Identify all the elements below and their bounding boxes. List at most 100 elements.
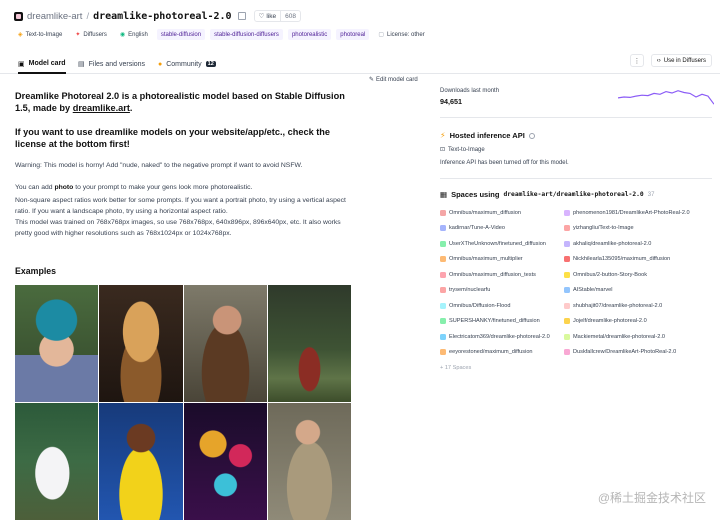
space-link[interactable]: UserXTheUnknown/finetuned_diffusion xyxy=(440,239,558,249)
space-icon xyxy=(440,287,446,294)
space-name: Jojelf/dreamlike-photoreal-2.0 xyxy=(573,318,647,325)
training-note: This model was trained on 768x768px imag… xyxy=(15,219,341,237)
inference-api-title: Hosted inference API xyxy=(449,131,525,140)
tag-label: Diffusers xyxy=(83,31,107,38)
space-icon xyxy=(440,271,446,278)
tag-chip[interactable]: ◉ English xyxy=(116,29,152,40)
tag-chip[interactable]: ✦ Diffusers xyxy=(71,29,111,40)
dreamlike-art-link[interactable]: dreamlike.art xyxy=(73,103,130,113)
model-card-content: Dreamlike Photoreal 2.0 is a photorealis… xyxy=(15,90,355,239)
space-link[interactable]: Omnibus/maximum_diffusion xyxy=(440,208,558,218)
space-name: Duskfallcrew/DreamlikeArt-PhotoReal-2.0 xyxy=(573,349,677,356)
example-image xyxy=(267,285,351,402)
edit-model-card-link[interactable]: ✎ Edit model card xyxy=(369,76,418,84)
space-link[interactable]: shubhajit07/dreamlike-photoreal-2.0 xyxy=(564,301,714,311)
space-icon xyxy=(564,287,570,294)
code-icon: ‹› xyxy=(656,57,661,64)
tag-chip[interactable]: photoreal xyxy=(336,29,370,40)
info-icon[interactable] xyxy=(528,132,535,139)
space-link[interactable]: Omnibus/Diffusion-Flood xyxy=(440,301,558,311)
diffusers-icon: ✦ xyxy=(75,32,81,38)
more-spaces-link[interactable]: + 17 Spaces xyxy=(440,363,471,373)
license-heading: If you want to use dreamlike models on y… xyxy=(15,127,331,149)
space-link[interactable]: akhaliq/dreamlike-photoreal-2.0 xyxy=(564,239,714,249)
spaces-list: Omnibus/maximum_diffusion phenomenon1981/… xyxy=(440,208,720,373)
downloads-label: Downloads last month xyxy=(440,88,500,94)
space-link[interactable]: Omnibus/maximum_multiplier xyxy=(440,255,558,265)
space-icon xyxy=(440,333,446,340)
org-logo-icon xyxy=(14,11,23,21)
space-link[interactable]: yizhangliu/Text-to-Image xyxy=(564,224,714,234)
space-icon xyxy=(440,302,446,309)
space-name: UserXTheUnknown/finetuned_diffusion xyxy=(449,240,546,247)
more-options-button[interactable]: ⋮ xyxy=(630,54,644,67)
model-card-icon: ▣ xyxy=(18,60,25,68)
space-icon xyxy=(564,225,570,232)
tag-chip[interactable]: ◈ Text-to-Image xyxy=(14,29,66,40)
space-icon xyxy=(440,209,446,216)
tab-model-card[interactable]: ▣ Model card xyxy=(18,55,66,74)
space-link[interactable]: phenomenon1981/DreamlikeArt-PhotoReal-2.… xyxy=(564,208,714,218)
space-icon xyxy=(440,240,446,247)
example-image xyxy=(183,285,267,402)
space-link[interactable]: AIStable/marvel xyxy=(564,286,714,296)
inference-task-label: Text-to-Image xyxy=(448,146,485,153)
watermark-text: @稀土掘金技术社区 xyxy=(597,491,706,505)
spaces-icon: ▦ xyxy=(440,190,448,199)
tab-community[interactable]: ● Community 12 xyxy=(158,55,216,73)
text-to-image-icon: ⊡ xyxy=(440,147,446,153)
tag-chip[interactable]: ▢ License: other xyxy=(374,29,428,40)
tag-chip[interactable]: stable-diffusion-diffusers xyxy=(210,29,283,40)
inference-status: Inference API has been turned off for th… xyxy=(440,160,569,166)
space-link[interactable]: Omnibus/maximum_diffusion_tests xyxy=(440,270,558,280)
space-name: trysem/nuclearfu xyxy=(449,287,491,294)
space-link[interactable]: Jojelf/dreamlike-photoreal-2.0 xyxy=(564,317,714,327)
sparkline-line xyxy=(618,90,714,105)
space-link[interactable]: Omnibus/2-button-Story-Book xyxy=(564,270,714,280)
tab-files-and-versions[interactable]: ▤ Files and versions xyxy=(78,55,145,73)
tag-chip[interactable]: photorealistic xyxy=(287,29,332,40)
space-name: Electricatom369/dreamlike-photoreal-2.0 xyxy=(449,333,550,340)
like-button[interactable]: ♡ like 608 xyxy=(253,10,302,22)
tag-chip[interactable]: stable-diffusion xyxy=(156,29,206,40)
space-icon xyxy=(440,349,446,356)
language-icon: ◉ xyxy=(119,32,126,38)
use-in-diffusers-button[interactable]: ‹› Use in Diffusers xyxy=(650,54,712,67)
space-icon xyxy=(564,333,570,340)
example-image xyxy=(267,403,351,520)
space-icon xyxy=(564,209,570,216)
use-in-diffusers-label: Use in Diffusers xyxy=(663,57,706,64)
space-icon xyxy=(564,240,570,247)
spaces-heading: ▦ Spaces using dreamlike-art/dreamlike-p… xyxy=(440,190,654,199)
space-link[interactable]: eeyorestoned/maximum_diffusion xyxy=(440,348,558,358)
space-link[interactable]: trysem/nuclearfu xyxy=(440,286,558,296)
space-link[interactable]: SUPERSHANKY/finetuned_diffusion xyxy=(440,317,558,327)
tip-suffix: to your prompt to make your gens look mo… xyxy=(73,184,253,191)
space-name: SUPERSHANKY/finetuned_diffusion xyxy=(449,318,540,325)
tag-label: Text-to-Image xyxy=(25,31,63,38)
space-link[interactable]: Electricatom369/dreamlike-photoreal-2.0 xyxy=(440,332,558,342)
space-name: Mackiemetal/dreamlike-photoreal-2.0 xyxy=(573,333,666,340)
org-name-link[interactable]: dreamlike-art xyxy=(27,11,82,22)
space-link[interactable]: kadirnar/Tune-A-Video xyxy=(440,224,558,234)
heart-icon: ♡ xyxy=(258,13,265,20)
example-image xyxy=(15,403,99,520)
repo-name-link[interactable]: dreamlike-photoreal-2.0 xyxy=(93,11,231,22)
tag-label: photoreal xyxy=(340,31,366,38)
nsfw-warning: Warning: This model is horny! Add "nude,… xyxy=(15,162,303,169)
space-icon xyxy=(440,225,446,232)
files-icon: ▤ xyxy=(78,61,85,68)
tag-label: License: other xyxy=(387,31,425,38)
space-icon xyxy=(440,318,446,325)
lead-text: Dreamlike Photoreal 2.0 is a photorealis… xyxy=(15,91,345,113)
space-name: akhaliq/dreamlike-photoreal-2.0 xyxy=(573,240,652,247)
repo-title-row: dreamlike-art / dreamlike-photoreal-2.0 … xyxy=(14,9,302,23)
community-count-badge: 12 xyxy=(205,61,216,67)
example-image xyxy=(183,403,267,520)
space-link[interactable]: Nickhilearla135095/maximum_diffusion xyxy=(564,255,714,265)
copy-icon[interactable] xyxy=(237,12,246,20)
space-link[interactable]: Mackiemetal/dreamlike-photoreal-2.0 xyxy=(564,332,714,342)
space-name: Omnibus/Diffusion-Flood xyxy=(449,302,511,309)
space-link[interactable]: Duskfallcrew/DreamlikeArt-PhotoReal-2.0 xyxy=(564,348,714,358)
example-image xyxy=(99,403,183,520)
